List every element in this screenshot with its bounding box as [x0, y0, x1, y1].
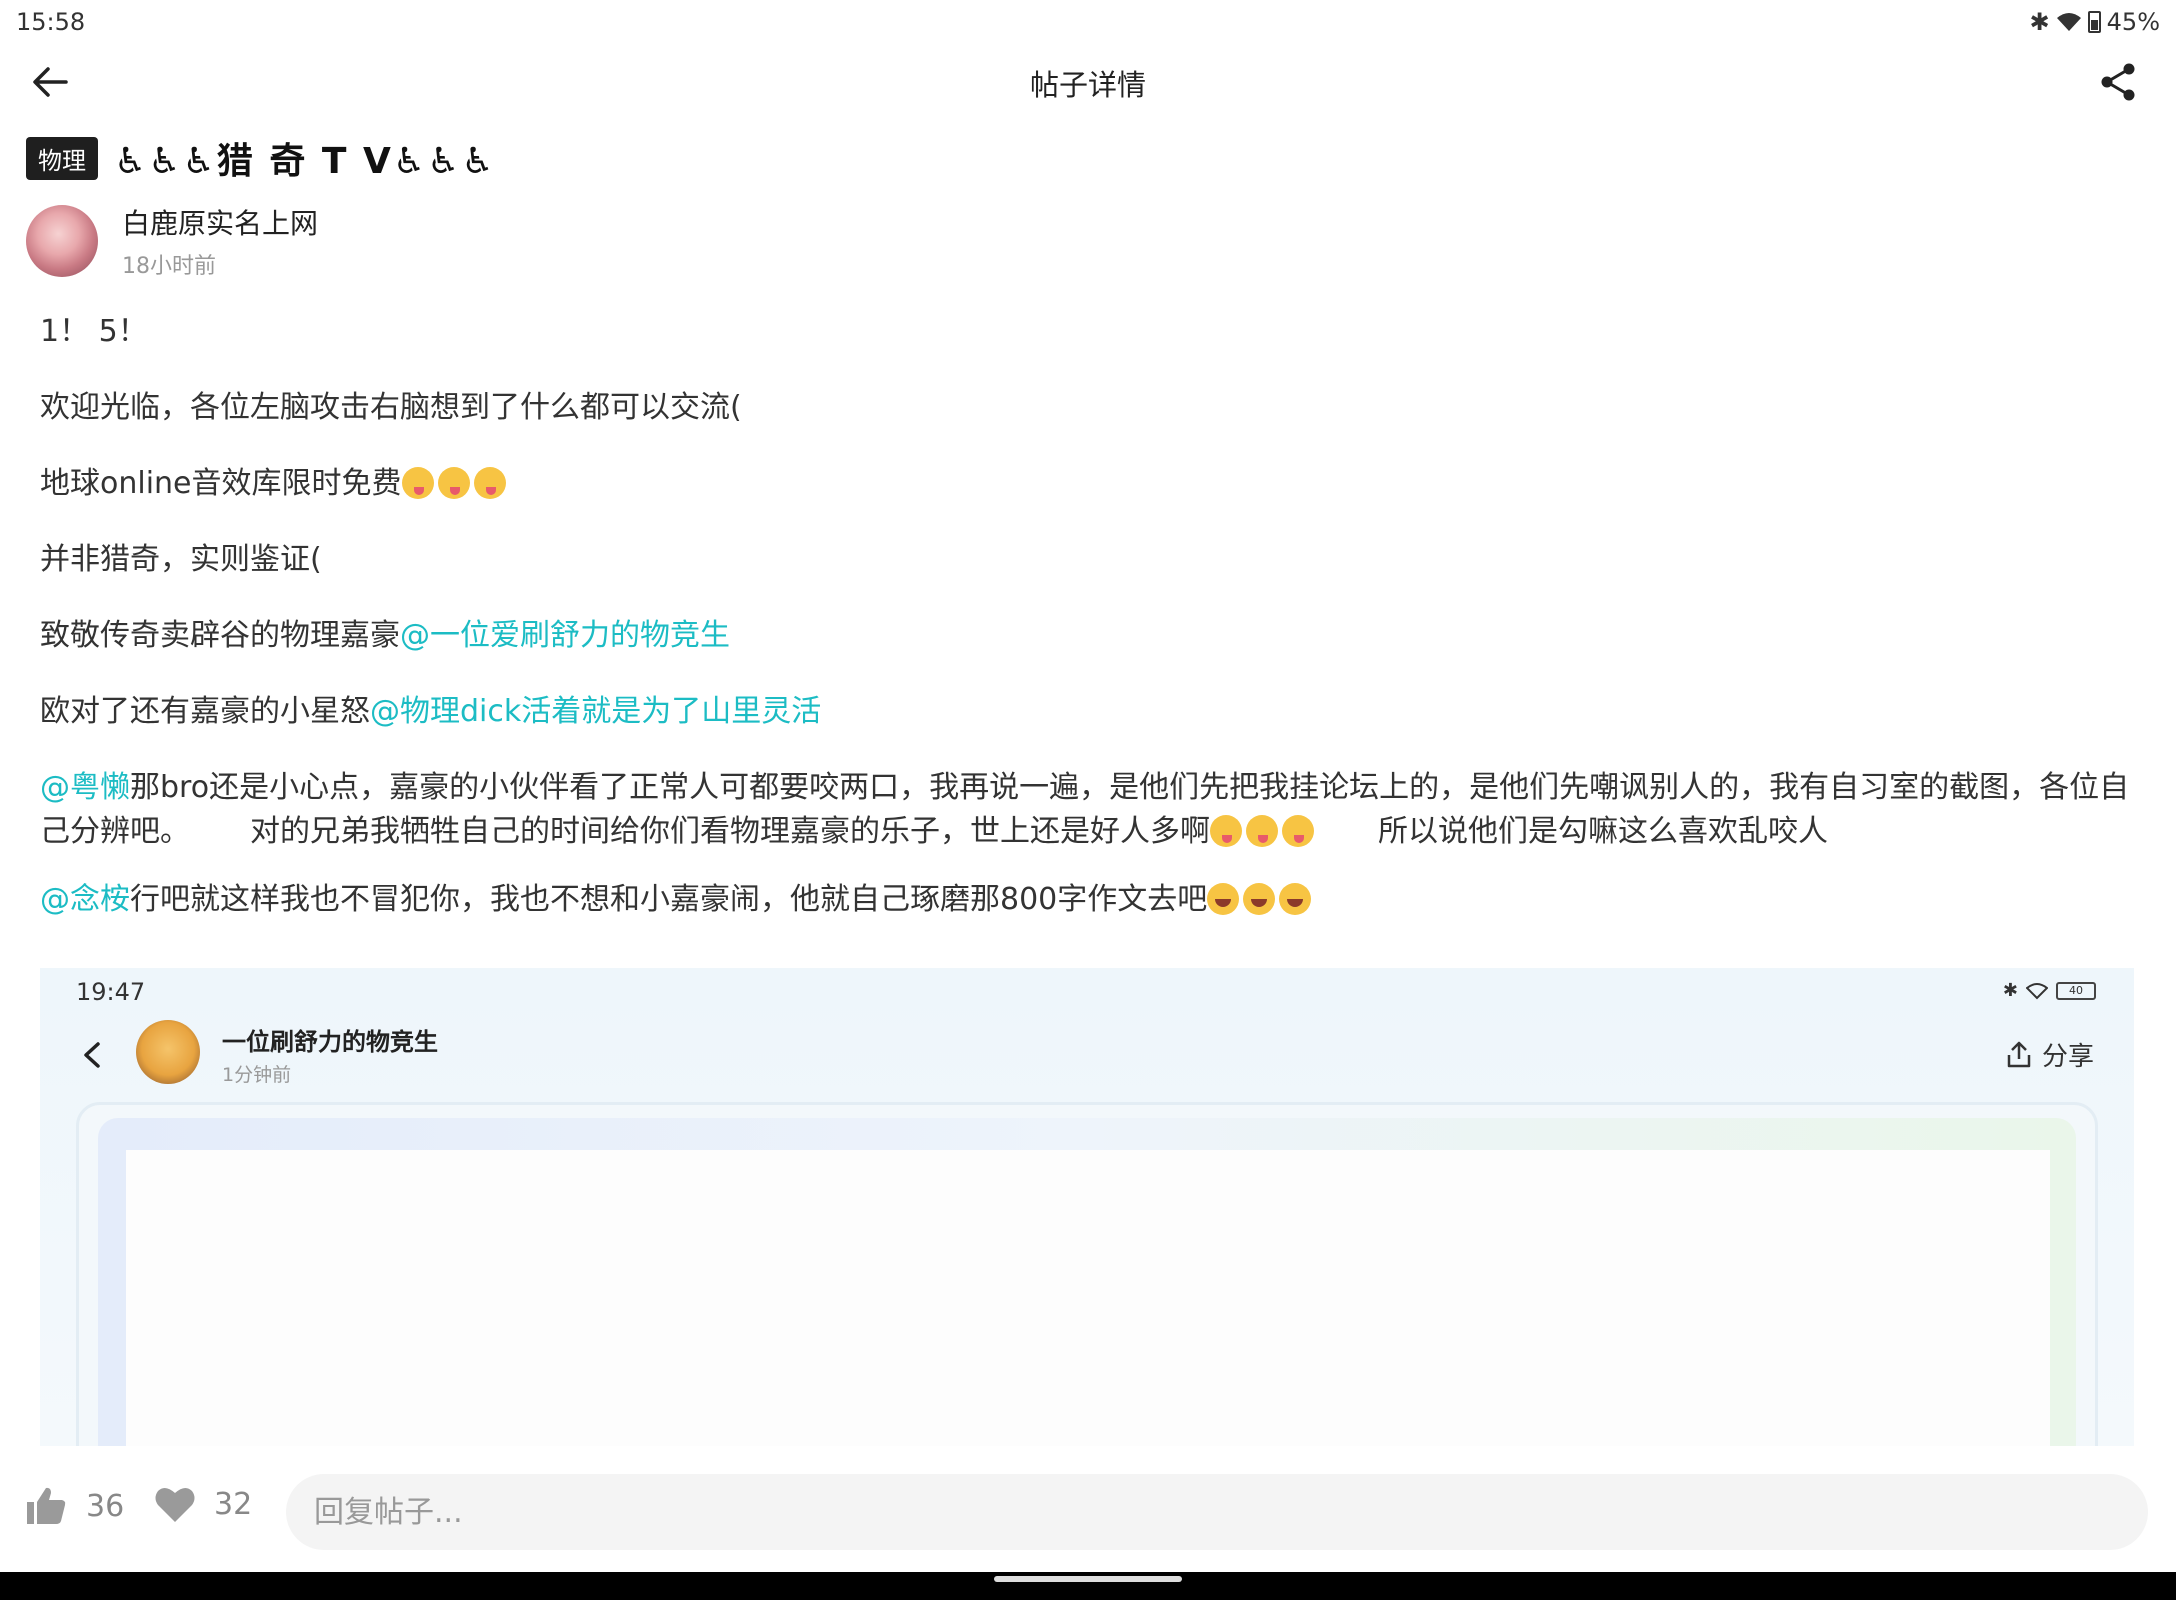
user-mention[interactable]: @粤懒	[40, 770, 130, 805]
post-line-text: 致敬传奇卖辟谷的物理嘉豪	[40, 618, 400, 653]
upload-share-icon	[2007, 1041, 2031, 1067]
category-tag[interactable]: 物理	[26, 136, 98, 180]
embed-status-icons: ✱ 40	[2003, 980, 2096, 1001]
post-line: 欧对了还有嘉豪的小星怒@物理dick活着就是为了山里灵活	[40, 690, 2150, 734]
author-info: 白鹿原实名上网 18小时前	[122, 202, 318, 280]
bluetooth-icon: ✱	[2029, 8, 2050, 36]
battery-icon: 40	[2056, 981, 2096, 1000]
rofl-emoji-icon	[1207, 883, 1240, 915]
like-button[interactable]: 36	[24, 1484, 124, 1528]
status-time: 15:58	[16, 8, 86, 36]
user-mention[interactable]: @一位爱刷舒力的物竞生	[400, 618, 730, 653]
post-line: @念桉行吧就这样我也不冒犯你，我也不想和小嘉豪闹，他就自己琢磨那800字作文去吧	[40, 878, 2150, 922]
embed-avatar	[136, 1020, 200, 1084]
post-line-text: 对的兄弟我牺牲自己的时间给你们看物理嘉豪的乐子，世上还是好人多啊	[250, 814, 1210, 849]
post-image[interactable]: 19:47 ✱ 40 一位刷舒力的物竞生 1分钟前 分享	[40, 968, 2134, 1446]
wifi-icon	[2056, 13, 2081, 31]
post-body: 1！ 5！ 欢迎光临，各位左脑攻击右脑想到了什么都可以交流( 地球online音…	[40, 310, 2150, 954]
embed-share: 分享	[2006, 1036, 2094, 1073]
battery-level: 45%	[2106, 8, 2160, 36]
status-icons: ✱ 45%	[2030, 8, 2160, 36]
share-icon[interactable]	[2096, 60, 2140, 104]
yum-emoji-icon	[1246, 815, 1278, 847]
post-line: 地球online音效库限时免费	[40, 462, 2150, 506]
chevron-left-icon	[84, 1042, 100, 1068]
rofl-emoji-icon	[1279, 883, 1312, 915]
post-line-text: 行吧就这样我也不冒犯你，我也不想和小嘉豪闹，他就自己琢磨那800字作文去吧	[130, 882, 1208, 917]
post-line: 1！ 5！	[40, 314, 148, 349]
post-line: 欢迎光临，各位左脑攻击右脑想到了什么都可以交流(	[40, 390, 742, 425]
user-mention[interactable]: @念桉	[40, 882, 130, 917]
embed-status-time: 19:47	[76, 978, 146, 1006]
back-arrow-icon[interactable]	[28, 60, 72, 104]
embed-share-label: 分享	[2041, 1042, 2094, 1072]
embed-post-time: 1分钟前	[222, 1064, 292, 1086]
yum-emoji-icon	[1210, 815, 1242, 847]
post-line: 并非猎奇，实则鉴证(	[40, 542, 322, 577]
page-title: 帖子详情	[1029, 68, 1146, 102]
post-line-text: 欧对了还有嘉豪的小星怒	[40, 694, 370, 729]
embed-author-name: 一位刷舒力的物竞生	[222, 1028, 438, 1056]
battery-icon	[2087, 11, 2101, 33]
yum-emoji-icon	[401, 467, 434, 499]
top-app-bar: 帖子详情	[0, 44, 2176, 122]
reply-input[interactable]	[286, 1474, 2148, 1550]
thumbs-up-icon	[27, 1487, 66, 1524]
heart-icon	[155, 1487, 195, 1522]
favorite-count: 32	[214, 1486, 253, 1522]
post-line: @粤懒那bro还是小心点，嘉豪的小伙伴看了正常人可都要咬两口，我再说一遍，是他们…	[40, 766, 2150, 854]
post-line: 致敬传奇卖辟谷的物理嘉豪@一位爱刷舒力的物竞生	[40, 614, 2150, 658]
rofl-emoji-icon	[1243, 883, 1276, 915]
embed-content-area	[126, 1150, 2050, 1446]
post-time: 18小时前	[122, 254, 216, 279]
yum-emoji-icon	[437, 467, 470, 499]
author-avatar[interactable]	[26, 205, 98, 277]
home-handle[interactable]	[994, 1576, 1182, 1582]
yum-emoji-icon	[1282, 815, 1314, 847]
bottom-action-bar: 36 32	[0, 1446, 2176, 1572]
like-count: 36	[86, 1488, 125, 1524]
user-mention[interactable]: @物理dick活着就是为了山里灵活	[370, 694, 821, 729]
bluetooth-icon: ✱	[2002, 980, 2018, 1001]
author-name[interactable]: 白鹿原实名上网	[122, 202, 318, 242]
yum-emoji-icon	[473, 467, 506, 499]
post-line-text: 所以说他们是勾嘛这么喜欢乱咬人	[1378, 814, 1828, 849]
post-line-text: 地球online音效库限时免费	[40, 466, 402, 501]
post-title-row: 物理 ♿♿♿猎 奇 T V♿♿♿	[26, 132, 496, 184]
author-row[interactable]: 白鹿原实名上网 18小时前	[26, 202, 318, 280]
wifi-icon	[2026, 982, 2048, 999]
post-title: ♿♿♿猎 奇 T V♿♿♿	[114, 141, 496, 182]
favorite-button[interactable]: 32	[154, 1484, 252, 1524]
status-bar: 15:58 ✱ 45%	[0, 0, 2176, 44]
system-nav-bar	[0, 1572, 2176, 1600]
